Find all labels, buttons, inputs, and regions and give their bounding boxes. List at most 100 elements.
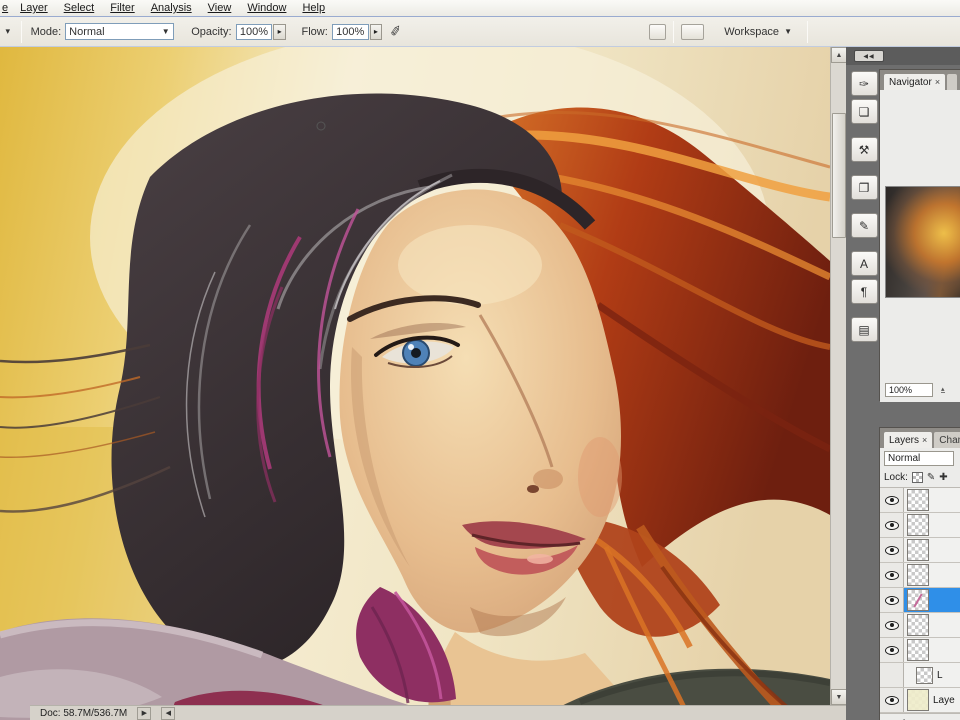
close-tab-icon[interactable]: ×	[935, 77, 940, 87]
menu-layer[interactable]: Layer	[12, 1, 56, 15]
tool-presets-panel-icon[interactable]: ⚒	[850, 137, 878, 162]
navigator-body: 100% ▴	[880, 90, 960, 402]
brushes-panel-icon[interactable]: ✎	[850, 213, 878, 238]
go-to-bridge-icon[interactable]	[680, 23, 705, 40]
menu-view[interactable]: View	[200, 1, 240, 15]
eye-icon	[884, 520, 899, 530]
lock-position-icon[interactable]: ✚	[939, 472, 947, 483]
zoom-slider-icon[interactable]: ▴	[941, 386, 945, 393]
close-tab-icon[interactable]: ×	[922, 435, 927, 445]
options-separator	[672, 20, 674, 43]
menu-analysis[interactable]: Analysis	[143, 1, 200, 15]
layer-thumbnail[interactable]	[907, 539, 929, 561]
tab-channels[interactable]: Chan	[933, 431, 960, 448]
menu-help[interactable]: Help	[294, 1, 333, 15]
layer-name: Laye	[933, 694, 955, 706]
eye-icon	[884, 545, 899, 555]
layer-thumbnail[interactable]	[907, 489, 929, 511]
opacity-input[interactable]: 100%	[235, 23, 273, 40]
menu-window[interactable]: Window	[239, 1, 294, 15]
layer-thumbnail[interactable]	[907, 614, 929, 636]
menu-select[interactable]: Select	[56, 1, 103, 15]
opacity-slider-button[interactable]: ▸	[273, 23, 286, 40]
navigator-zoom-input[interactable]: 100%	[885, 383, 933, 397]
options-separator	[806, 20, 808, 43]
opacity-label: Opacity:	[191, 25, 232, 38]
layer-row[interactable]	[880, 638, 960, 663]
status-expand-button[interactable]: ▶	[137, 706, 152, 720]
scrollbar-thumb[interactable]	[832, 113, 846, 238]
layer-thumbnail[interactable]	[907, 514, 929, 536]
palette-well-icon[interactable]	[648, 23, 666, 40]
visibility-toggle[interactable]	[880, 513, 904, 537]
character-panel-icon[interactable]: A	[850, 251, 878, 276]
workspace-arrow-icon: ▼	[784, 27, 792, 36]
layer-list: L Laye	[880, 488, 960, 713]
layer-row[interactable]	[880, 513, 960, 538]
eye-icon	[884, 495, 899, 505]
visibility-toggle[interactable]	[880, 488, 904, 512]
swatches-panel-icon[interactable]: ✑	[850, 71, 878, 96]
flow-slider-button[interactable]: ▸	[369, 23, 383, 40]
tab-label: Navigator	[889, 76, 932, 88]
layer-thumbnail[interactable]	[916, 666, 933, 684]
canvas-vertical-scrollbar[interactable]: ▲ ▼	[830, 47, 847, 705]
brush-preset-arrow-icon[interactable]: ▾	[2, 26, 14, 37]
layer-row[interactable]: Laye	[880, 688, 960, 713]
visibility-toggle[interactable]	[880, 563, 904, 587]
layer-row[interactable]	[880, 538, 960, 563]
layer-row[interactable]: L	[880, 663, 960, 688]
scroll-up-button[interactable]: ▲	[831, 47, 847, 63]
navigator-preview-thumbnail[interactable]	[885, 186, 960, 298]
visibility-toggle[interactable]	[880, 588, 904, 612]
workspace-button[interactable]: Workspace ▼	[716, 24, 800, 40]
eye-icon	[884, 595, 899, 605]
layer-row[interactable]	[880, 588, 960, 613]
document-canvas[interactable]	[0, 47, 830, 720]
tab-partial[interactable]	[946, 73, 959, 90]
navigator-zoom-row: 100% ▴	[880, 382, 960, 398]
layer-comps-panel-icon[interactable]: ▤	[850, 317, 878, 342]
layer-thumbnail[interactable]	[907, 639, 929, 661]
layer-row[interactable]	[880, 613, 960, 638]
layer-thumbnail[interactable]	[907, 689, 929, 711]
layers-panel: Layers × Chan Normal Lock: ✎ ✚ L Laye	[879, 427, 960, 720]
flow-input[interactable]: 100%	[331, 23, 369, 40]
paragraph-panel-icon[interactable]: ¶	[850, 279, 878, 304]
navigator-panel: Navigator × 100% ▴	[879, 69, 960, 402]
styles-panel-icon[interactable]: ❏	[850, 99, 878, 124]
blend-mode-value: Normal	[69, 25, 105, 38]
doc-size-info: Doc: 58.7M/536.7M	[40, 707, 128, 719]
tab-label: Layers	[889, 434, 920, 446]
layer-thumbnail[interactable]	[907, 589, 929, 611]
layer-blend-mode-dropdown[interactable]: Normal	[884, 450, 954, 466]
layers-bottom-bar: ∞ fx.	[880, 713, 960, 720]
layer-thumbnail[interactable]	[907, 564, 929, 586]
tab-label: Chan	[939, 434, 960, 446]
dropdown-arrow-icon: ▼	[161, 27, 170, 36]
lock-pixels-icon[interactable]: ✎	[927, 472, 935, 483]
visibility-toggle[interactable]	[880, 688, 904, 712]
layer-row[interactable]	[880, 488, 960, 513]
tab-layers[interactable]: Layers ×	[883, 431, 934, 448]
menu-filter[interactable]: Filter	[102, 1, 142, 15]
visibility-toggle[interactable]	[880, 613, 904, 637]
collapse-dock-button[interactable]: ◀◀	[854, 50, 884, 62]
layer-row[interactable]	[880, 563, 960, 588]
menu-image-partial[interactable]: e	[0, 1, 12, 15]
canvas-horizontal-scrollbar[interactable]	[175, 705, 846, 720]
navigator-tab-row: Navigator ×	[880, 70, 960, 90]
scroll-down-button[interactable]: ▼	[831, 689, 847, 705]
visibility-toggle[interactable]	[880, 663, 904, 687]
menu-bar: e Layer Select Filter Analysis View Wind…	[0, 0, 960, 17]
tab-navigator[interactable]: Navigator ×	[883, 73, 947, 90]
blend-mode-dropdown[interactable]: Normal ▼	[65, 23, 174, 40]
h-scroll-left-button[interactable]: ◀	[161, 706, 176, 720]
visibility-toggle[interactable]	[880, 638, 904, 662]
clone-source-panel-icon[interactable]: ❐	[850, 175, 878, 200]
lock-transparency-icon[interactable]	[911, 472, 923, 483]
options-separator	[20, 20, 22, 43]
airbrush-toggle-icon[interactable]: ✐	[389, 22, 404, 41]
visibility-toggle[interactable]	[880, 538, 904, 562]
document-status-bar: Doc: 58.7M/536.7M ▶ ◀	[30, 705, 846, 720]
